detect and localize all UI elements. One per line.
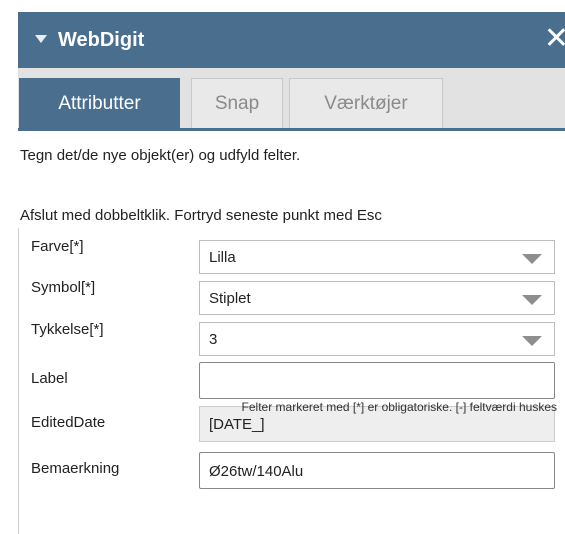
tab-bar: Attributter Snap Værktøjer bbox=[18, 68, 565, 128]
bemaerkning-input[interactable]: Ø26tw/140Alu bbox=[199, 452, 555, 489]
collapse-icon[interactable] bbox=[35, 35, 47, 43]
instruction-text: Tegn det/de nye objekt(er) og udfyld fel… bbox=[20, 147, 301, 164]
attribute-form: Farve[*] Lilla Symbol[*] Stiplet Tykkels… bbox=[18, 228, 565, 534]
required-fields-note: Felter markeret med [*] er obligatoriske… bbox=[241, 400, 557, 414]
label-input[interactable] bbox=[199, 362, 555, 399]
symbol-value: Stiplet bbox=[209, 290, 251, 307]
farve-select[interactable]: Lilla bbox=[199, 240, 555, 274]
label-label: Label bbox=[31, 370, 68, 387]
symbol-label: Symbol[*] bbox=[31, 279, 96, 296]
tykkelse-select[interactable]: 3 bbox=[199, 322, 555, 356]
panel-title: WebDigit bbox=[58, 29, 145, 51]
tab-snap[interactable]: Snap bbox=[191, 78, 283, 128]
chevron-down-icon bbox=[522, 336, 542, 346]
tab-vaerktoejer[interactable]: Værktøjer bbox=[289, 78, 443, 128]
farve-label: Farve[*] bbox=[31, 238, 84, 255]
chevron-down-icon bbox=[522, 295, 542, 305]
tykkelse-label: Tykkelse[*] bbox=[31, 321, 104, 338]
close-icon[interactable]: ✕ bbox=[544, 24, 565, 54]
chevron-down-icon bbox=[522, 254, 542, 264]
symbol-select[interactable]: Stiplet bbox=[199, 281, 555, 315]
attributes-content: Tegn det/de nye objekt(er) og udfyld fel… bbox=[18, 128, 565, 534]
webdigit-panel: WebDigit ✕ Attributter Snap Værktøjer Te… bbox=[0, 0, 565, 534]
instruction-text: Afslut med dobbeltklik. Fortryd seneste … bbox=[20, 207, 382, 224]
edited-date-label: EditedDate bbox=[31, 414, 106, 431]
bemaerkning-label: Bemaerkning bbox=[31, 460, 120, 477]
farve-value: Lilla bbox=[209, 249, 236, 266]
panel-header: WebDigit ✕ bbox=[18, 12, 565, 68]
tab-attributter[interactable]: Attributter bbox=[19, 78, 180, 128]
tykkelse-value: 3 bbox=[209, 331, 218, 348]
